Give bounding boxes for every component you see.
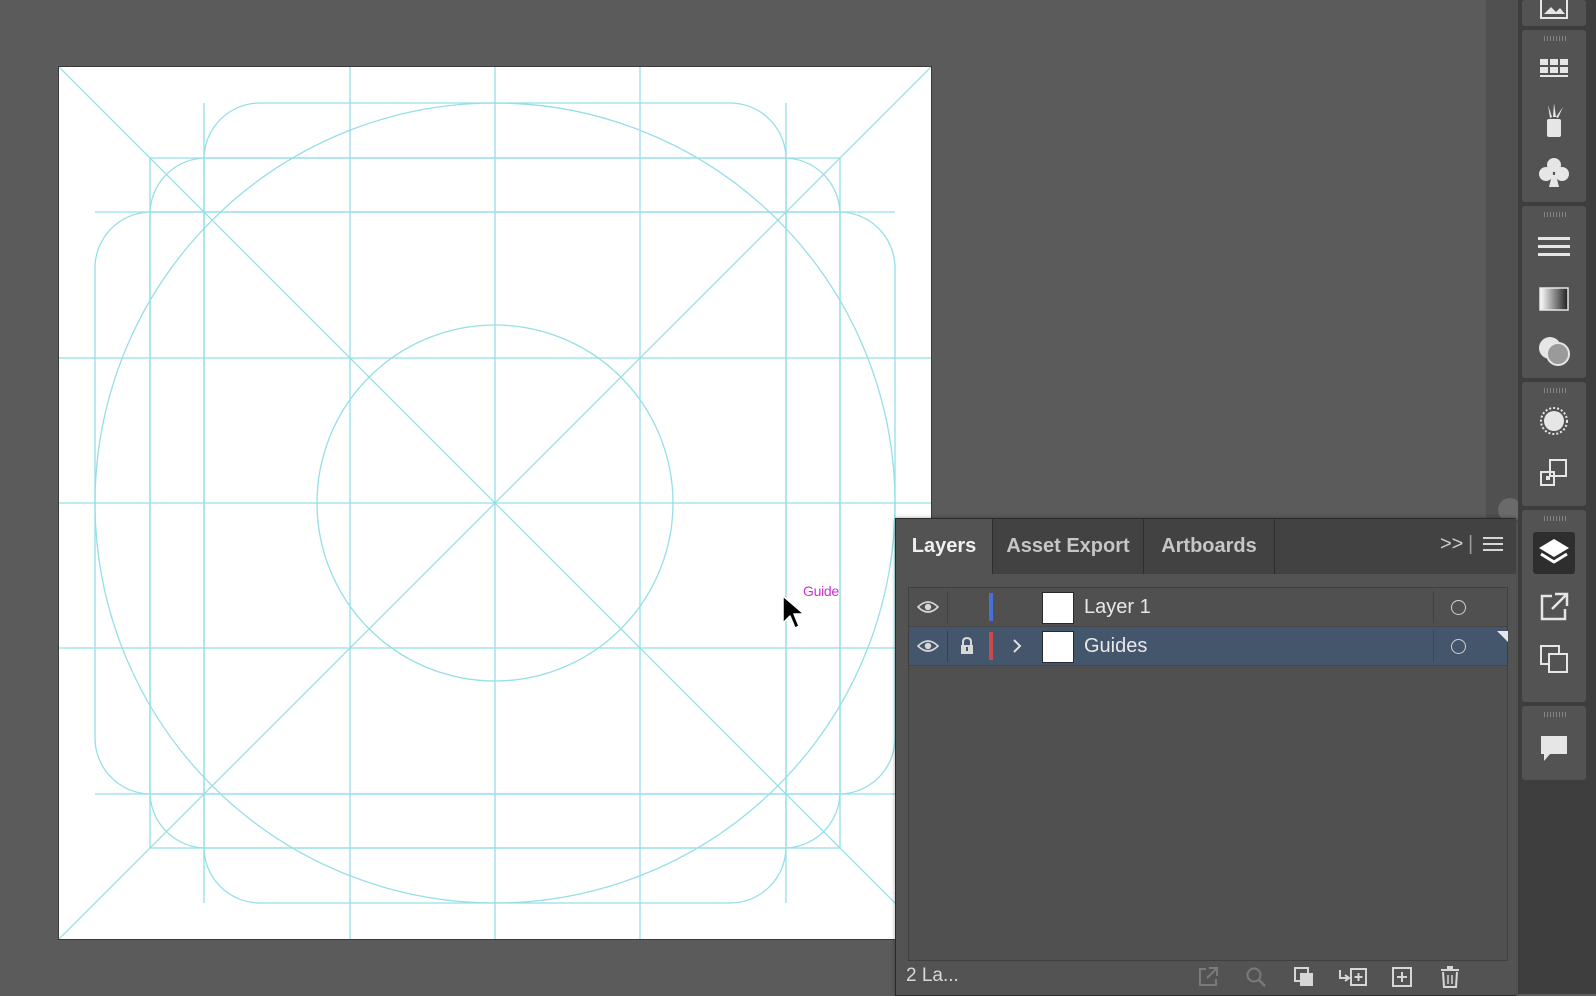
create-sublayer-icon[interactable] (1336, 964, 1370, 990)
dock-group (1522, 382, 1586, 506)
lock-toggle[interactable] (948, 588, 986, 626)
dock-grip[interactable] (1544, 516, 1566, 521)
lock-icon (961, 637, 973, 654)
artboard[interactable] (59, 67, 931, 939)
transparency-icon[interactable] (1533, 330, 1575, 372)
layer-count-label: 2 La... (906, 965, 959, 986)
dock-grip[interactable] (1544, 388, 1566, 393)
selection-indicator-icon (1497, 631, 1508, 642)
stroke-lines-icon[interactable] (1533, 226, 1575, 268)
panel-menu-icon[interactable] (1483, 535, 1503, 559)
layer-name[interactable]: Guides (1084, 627, 1147, 665)
layer-thumbnail (1042, 631, 1074, 663)
layer-row-selected[interactable]: Guides (909, 627, 1508, 665)
eye-icon (917, 640, 939, 652)
brushes-icon[interactable] (1533, 100, 1575, 142)
lock-toggle[interactable] (948, 627, 986, 665)
column-divider (1433, 630, 1434, 662)
layers-icon[interactable] (1533, 532, 1575, 574)
artboards-icon[interactable] (1533, 638, 1575, 680)
visibility-toggle[interactable] (909, 627, 947, 665)
image-icon[interactable] (1533, 0, 1575, 28)
dock-group (1522, 510, 1586, 702)
expand-toggle[interactable] (999, 627, 1035, 665)
arrow-cursor-icon (782, 595, 808, 636)
layers-panel: Layers Asset Export Artboards >> | Layer… (895, 518, 1516, 996)
tab-divider (1274, 519, 1275, 574)
dock-group (1522, 706, 1586, 780)
tab-artboards[interactable]: Artboards (1144, 519, 1274, 574)
panel-dock (1518, 0, 1596, 994)
layer-thumbnail (1042, 592, 1074, 624)
layer-color-indicator (989, 632, 993, 660)
separator-glyph: | (1468, 533, 1474, 555)
gradient-icon[interactable] (1533, 278, 1575, 320)
export-to-assets-icon[interactable] (1194, 964, 1222, 990)
locate-object-icon[interactable] (1242, 964, 1270, 990)
tab-layers[interactable]: Layers (896, 519, 992, 574)
layers-list[interactable]: Layer 1 Guides (908, 587, 1508, 961)
visibility-toggle[interactable] (909, 588, 947, 626)
asset-export-icon[interactable] (1533, 586, 1575, 628)
dock-group (1522, 206, 1586, 378)
make-clipping-mask-icon[interactable] (1290, 964, 1318, 990)
dock-group (1522, 30, 1586, 202)
dock-group (1522, 0, 1586, 26)
transform-icon[interactable] (1533, 452, 1575, 494)
symbols-club-icon[interactable] (1533, 152, 1575, 194)
layer-row[interactable]: Layer 1 (909, 588, 1507, 626)
delete-layer-icon[interactable] (1436, 964, 1464, 990)
target-circle-icon[interactable] (1451, 639, 1466, 654)
appearance-icon[interactable] (1533, 400, 1575, 442)
dock-grip[interactable] (1544, 712, 1566, 717)
dock-grip[interactable] (1544, 212, 1566, 217)
layer-color-indicator (989, 593, 993, 621)
icon-grid-guides (59, 67, 931, 939)
row-divider (909, 665, 1507, 666)
panel-footer: 2 La... (896, 959, 1516, 995)
panel-tab-bar: Layers Asset Export Artboards >> | (896, 519, 1516, 574)
create-new-layer-icon[interactable] (1388, 964, 1416, 990)
swatch-grid-icon[interactable] (1533, 48, 1575, 90)
eye-icon (917, 601, 939, 613)
dock-grip[interactable] (1544, 36, 1566, 41)
layer-name[interactable]: Layer 1 (1084, 588, 1151, 626)
chevron-right-icon (1013, 639, 1022, 653)
column-divider (1433, 591, 1434, 623)
tab-asset-export[interactable]: Asset Export (993, 519, 1143, 574)
smart-guide-label: Guide (803, 583, 839, 599)
canvas-scrollbar[interactable] (1486, 0, 1522, 522)
comments-icon[interactable] (1533, 728, 1575, 770)
expand-toggle (999, 588, 1035, 626)
target-circle-icon[interactable] (1451, 600, 1466, 615)
collapse-panel-button[interactable]: >> (1440, 533, 1463, 556)
